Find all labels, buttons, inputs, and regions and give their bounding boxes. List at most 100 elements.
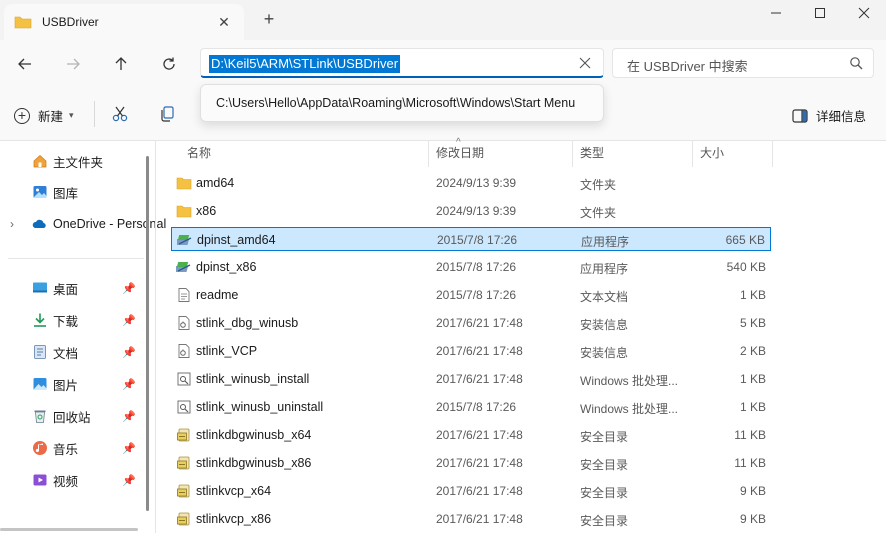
search-placeholder: 在 USBDriver 中搜索 — [627, 59, 748, 74]
sidebar-item-documents[interactable]: 文档 📌 — [0, 338, 148, 366]
refresh-icon — [163, 57, 175, 70]
copy-button[interactable] — [159, 105, 177, 123]
file-row[interactable]: stlinkdbgwinusb_x64 2017/6/21 17:48 安全目录 11… — [171, 423, 771, 447]
file-type: Windows 批处理... — [580, 374, 679, 388]
file-row[interactable]: stlinkvcp_x86 2017/6/21 17:48 安全目录 9 KB — [171, 507, 771, 531]
sidebar-item-videos[interactable]: 视频 📌 — [0, 466, 148, 494]
file-type: 安全目录 — [580, 486, 629, 500]
address-bar[interactable]: D:\Keil5\ARM\STLink\USBDriver — [200, 48, 604, 78]
file-name: stlink_winusb_install — [196, 372, 310, 386]
column-header-type[interactable]: 类型 — [580, 141, 604, 167]
column-divider[interactable] — [572, 141, 573, 167]
close-window-button[interactable] — [842, 0, 886, 26]
cut-button[interactable] — [111, 105, 129, 123]
sidebar-item-pictures[interactable]: 图片 📌 — [0, 370, 148, 398]
file-row[interactable]: stlink_winusb_uninstall 2015/7/8 17:26 Win… — [171, 395, 771, 419]
file-type: 文件夹 — [580, 206, 617, 220]
address-suggestion-item[interactable]: C:\Users\Hello\AppData\Roaming\Microsoft… — [216, 96, 575, 110]
column-divider[interactable] — [772, 141, 773, 167]
file-date: 2024/9/13 9:39 — [436, 204, 517, 218]
file-date: 2017/6/21 17:48 — [436, 344, 523, 358]
sidebar-label: 回收站 — [53, 410, 91, 425]
sidebar-item-desktop[interactable]: 桌面 📌 — [0, 274, 148, 302]
new-tab-button[interactable]: + — [260, 10, 278, 28]
tab-usbdriver[interactable]: USBDriver ✕ — [4, 4, 244, 40]
file-row[interactable]: x86 2024/9/13 9:39 文件夹 — [171, 199, 771, 223]
file-row[interactable]: dpinst_amd64 2015/7/8 17:26 应用程序 665 KB — [171, 227, 771, 251]
music-icon — [32, 440, 48, 456]
pin-icon[interactable]: 📌 — [122, 346, 136, 359]
sidebar-item-recycle-bin[interactable]: 回收站 📌 — [0, 402, 148, 430]
setup-info-icon — [176, 315, 192, 331]
file-size: 540 KB — [726, 260, 766, 274]
column-headers: ^ 名称 修改日期 类型 大小 — [156, 137, 886, 167]
videos-icon — [32, 472, 48, 488]
sidebar-item-downloads[interactable]: 下载 📌 — [0, 306, 148, 334]
sidebar-item-onedrive[interactable]: › OneDrive - Personal — [0, 210, 166, 238]
details-button[interactable]: 详细信息 — [792, 106, 866, 125]
sidebar-item-music[interactable]: 音乐 📌 — [0, 434, 148, 462]
tab-close-icon[interactable]: ✕ — [216, 14, 232, 30]
file-date: 2017/6/21 17:48 — [436, 456, 523, 470]
arrow-right-icon — [67, 58, 80, 70]
maximize-button[interactable] — [798, 0, 842, 26]
column-header-date[interactable]: 修改日期 — [436, 141, 484, 167]
pin-icon[interactable]: 📌 — [122, 474, 136, 487]
home-icon — [32, 153, 48, 169]
pin-icon[interactable]: 📌 — [122, 282, 136, 295]
file-type: Windows 批处理... — [580, 402, 679, 416]
minimize-button[interactable] — [754, 0, 798, 26]
sidebar-item-home[interactable]: 主文件夹 — [0, 147, 148, 175]
back-button[interactable] — [13, 52, 37, 76]
details-label: 详细信息 — [815, 110, 866, 124]
batch-file-icon — [176, 399, 192, 415]
documents-icon — [32, 344, 48, 360]
pin-icon[interactable]: 📌 — [122, 314, 136, 327]
new-button[interactable]: + 新建 ▾ — [14, 106, 74, 125]
file-row[interactable]: amd64 2024/9/13 9:39 文件夹 — [171, 171, 771, 195]
pin-icon[interactable]: 📌 — [122, 378, 136, 391]
refresh-button[interactable] — [157, 52, 181, 76]
file-row[interactable]: stlinkvcp_x64 2017/6/21 17:48 安全目录 9 KB — [171, 479, 771, 503]
file-name: stlinkdbgwinusb_x86 — [196, 456, 312, 470]
sidebar-scrollbar[interactable] — [146, 156, 149, 511]
text-file-icon — [176, 287, 192, 303]
file-row[interactable]: stlink_VCP 2017/6/21 17:48 安装信息 2 KB — [171, 339, 771, 363]
file-row[interactable]: stlink_winusb_install 2017/6/21 17:48 Wind… — [171, 367, 771, 391]
file-size: 1 KB — [739, 288, 766, 302]
chevron-right-icon[interactable]: › — [10, 217, 14, 231]
file-date: 2017/6/21 17:48 — [436, 484, 523, 498]
security-catalog-icon — [176, 427, 192, 443]
file-name: dpinst_amd64 — [197, 233, 276, 247]
column-divider[interactable] — [692, 141, 693, 167]
file-date: 2017/6/21 17:48 — [436, 372, 523, 386]
pin-icon[interactable]: 📌 — [122, 442, 136, 455]
recycle-bin-icon — [32, 408, 48, 424]
file-date: 2024/9/13 9:39 — [436, 176, 517, 190]
download-icon — [32, 312, 48, 328]
security-catalog-icon — [176, 483, 192, 499]
folder-icon — [14, 15, 32, 29]
file-size: 1 KB — [739, 400, 766, 414]
folder-icon — [176, 203, 192, 219]
search-box[interactable]: 在 USBDriver 中搜索 — [612, 48, 874, 78]
sidebar-horizontal-scrollbar[interactable] — [0, 528, 138, 531]
pin-icon[interactable]: 📌 — [122, 410, 136, 423]
sidebar-item-gallery[interactable]: 图库 — [0, 178, 148, 206]
file-row[interactable]: stlink_dbg_winusb 2017/6/21 17:48 安装信息 5 KB — [171, 311, 771, 335]
details-pane-icon — [792, 108, 808, 123]
column-divider[interactable] — [428, 141, 429, 167]
pane-divider[interactable] — [155, 141, 156, 533]
search-icon[interactable] — [849, 56, 863, 70]
column-header-name[interactable]: 名称 — [187, 141, 211, 167]
sidebar-label: 图库 — [53, 186, 79, 201]
file-row[interactable]: dpinst_x86 2015/7/8 17:26 应用程序 540 KB — [171, 255, 771, 279]
column-header-size[interactable]: 大小 — [700, 141, 724, 167]
file-row[interactable]: stlinkdbgwinusb_x86 2017/6/21 17:48 安全目录 11… — [171, 451, 771, 475]
up-button[interactable] — [109, 52, 133, 76]
clear-icon[interactable] — [577, 55, 593, 71]
tab-title: USBDriver — [42, 15, 99, 29]
forward-button[interactable] — [61, 52, 85, 76]
file-row[interactable]: readme 2015/7/8 17:26 文本文档 1 KB — [171, 283, 771, 307]
address-input[interactable]: D:\Keil5\ARM\STLink\USBDriver — [209, 55, 401, 73]
